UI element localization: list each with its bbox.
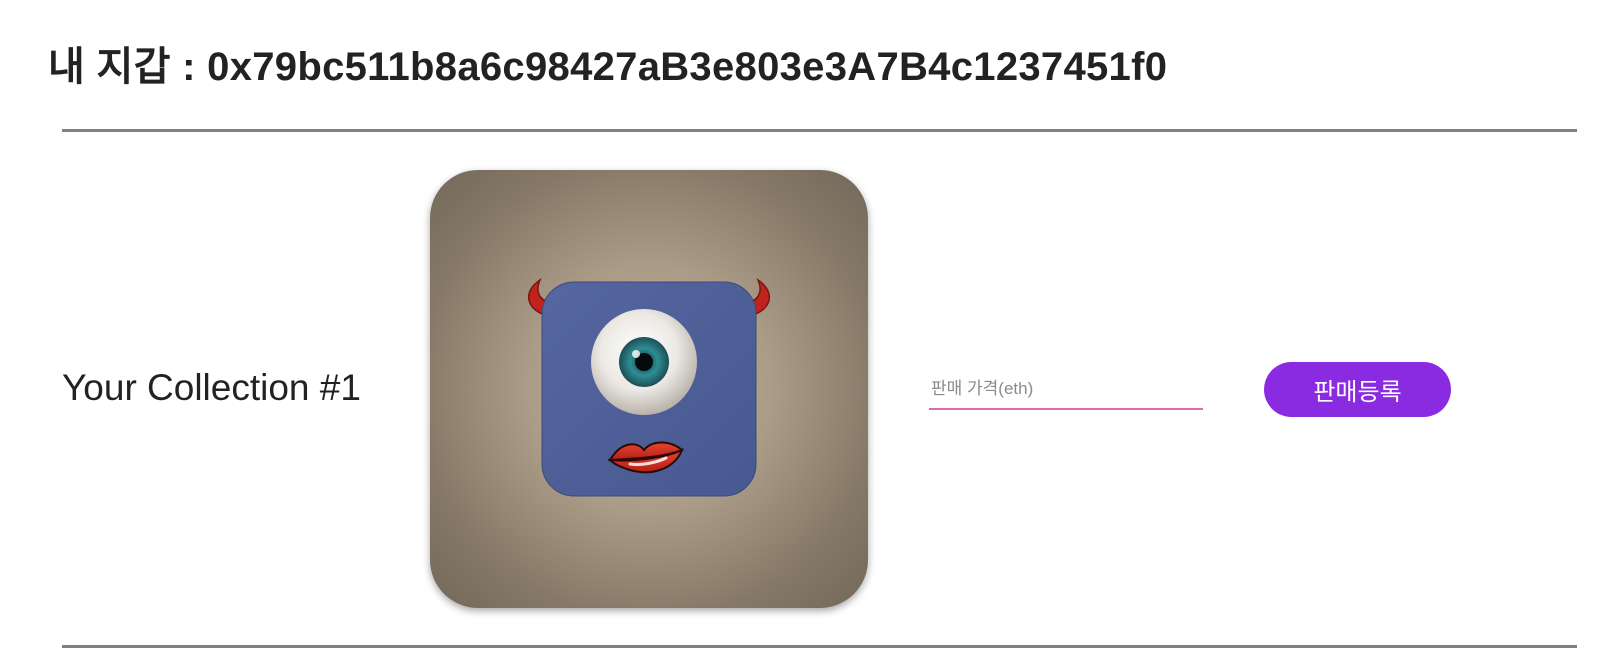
collection-label: Your Collection #1 bbox=[62, 367, 361, 408]
register-sale-button[interactable]: 판매등록 bbox=[1264, 362, 1451, 417]
wallet-page: 내 지갑 : 0x79bc511b8a6c98427aB3e803e3A7B4c… bbox=[0, 0, 1617, 668]
bottom-divider bbox=[62, 645, 1577, 648]
top-divider bbox=[62, 129, 1577, 132]
sale-price-input[interactable] bbox=[929, 370, 1203, 410]
monster-illustration bbox=[528, 277, 770, 497]
nft-image bbox=[430, 170, 868, 608]
wallet-title: 내 지갑 : 0x79bc511b8a6c98427aB3e803e3A7B4c… bbox=[48, 45, 1168, 89]
